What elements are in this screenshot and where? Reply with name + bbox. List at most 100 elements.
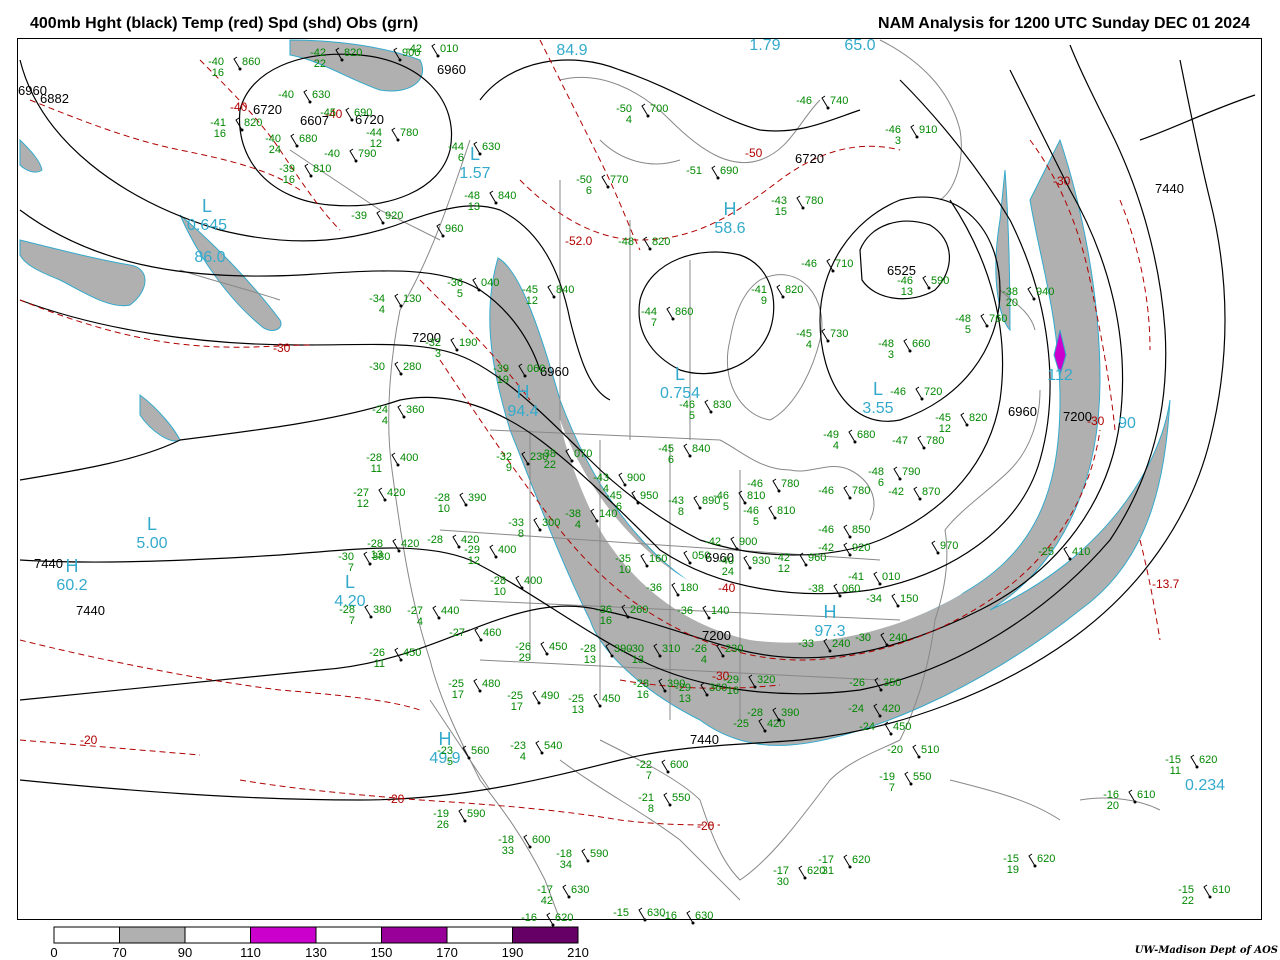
obs-dewpoint-depression: 8 — [648, 803, 654, 815]
height-label: 7200 — [702, 628, 731, 643]
obs-dewpoint-depression: 16 — [727, 685, 739, 697]
wind-barb — [776, 284, 784, 298]
obs-temperature: -33 — [798, 638, 814, 650]
obs-height: 590 — [590, 848, 608, 860]
wind-barb — [922, 275, 930, 289]
hgt-contour-l — [819, 196, 1001, 422]
station-plot: -46 850 — [818, 524, 870, 539]
wind-barb — [643, 236, 651, 250]
obs-height: 160 — [649, 553, 667, 565]
obs-height: 300 — [542, 517, 560, 529]
obs-dewpoint-depression: 6 — [668, 454, 674, 466]
station-plot: -40 790 — [324, 148, 376, 163]
obs-height: 060 — [842, 583, 860, 595]
obs-height: 240 — [832, 638, 850, 650]
obs-height: 720 — [924, 386, 942, 398]
station-plot: -2810390 — [434, 492, 486, 515]
station-plot: -4024930 — [718, 555, 770, 578]
obs-dewpoint-depression: 5 — [723, 501, 729, 513]
wind-barb — [917, 435, 925, 449]
obs-temperature: -45 — [320, 107, 336, 119]
obs-dewpoint-depression: 26 — [437, 819, 449, 831]
obs-height: 820 — [652, 236, 670, 248]
station-plot: -46 740 — [796, 95, 848, 110]
obs-dewpoint-depression: 10 — [619, 564, 631, 576]
obs-height: 380 — [373, 604, 391, 616]
temperature-contours — [19, 39, 1161, 826]
station-plot: -307380 — [338, 551, 390, 574]
wind-speed-shading — [19, 39, 1171, 746]
obs-height: 850 — [852, 524, 870, 536]
obs-temperature: -28 — [747, 707, 763, 719]
wind-barb — [686, 910, 694, 924]
obs-height: 900 — [739, 536, 757, 548]
wind-barb — [843, 485, 851, 499]
obs-temperature: -46 — [818, 524, 834, 536]
temp-label: -30 — [273, 341, 291, 355]
obs-dewpoint-depression: 4 — [575, 519, 581, 531]
wind-barb — [562, 884, 570, 898]
obs-dewpoint-depression: 6 — [458, 152, 464, 164]
temp-label: -52.0 — [565, 234, 593, 248]
station-plot: -274440 — [407, 605, 459, 628]
wind-barb — [768, 505, 776, 519]
height-label: 6882 — [40, 91, 69, 106]
wind-barb — [873, 571, 881, 585]
wind-barb — [391, 127, 399, 141]
obs-height: 190 — [459, 337, 477, 349]
obs-dewpoint-depression: 19 — [497, 374, 509, 386]
obs-dewpoint-depression: 4 — [382, 415, 388, 427]
obs-dewpoint-depression: 9 — [761, 295, 767, 307]
wind-barb — [489, 190, 497, 204]
obs-height: 550 — [672, 792, 690, 804]
obs-dewpoint-depression: 13 — [901, 286, 913, 298]
obs-height: 420 — [387, 487, 405, 499]
obs-dewpoint-depression: 10 — [438, 503, 450, 515]
wind-barb — [345, 107, 353, 121]
wind-barb — [910, 124, 918, 138]
obs-dewpoint-depression: 13 — [679, 693, 691, 705]
wind-barb — [666, 306, 674, 320]
obs-height: 740 — [830, 95, 848, 107]
station-plot: -30 280 — [369, 361, 421, 376]
obs-height: 860 — [242, 56, 260, 68]
obs-dewpoint-depression: 22 — [314, 58, 326, 70]
low-center-symbol: L — [873, 379, 883, 399]
obs-height: 180 — [680, 582, 698, 594]
obs-dewpoint-depression: 20 — [1006, 297, 1018, 309]
obs-dewpoint-depression: 24 — [269, 144, 281, 156]
obs-height: 510 — [921, 744, 939, 756]
station-plot: -48 820 — [618, 236, 670, 251]
center-value: 90 — [1118, 415, 1136, 432]
wind-barb — [450, 337, 458, 351]
obs-dewpoint-depression: 10 — [494, 586, 506, 598]
obs-height: 690 — [720, 165, 738, 177]
obs-dewpoint-depression: 5 — [965, 324, 971, 336]
obs-height: 550 — [913, 771, 931, 783]
hgt-contour-f — [19, 439, 181, 481]
obs-dewpoint-depression: 12 — [357, 498, 369, 510]
obs-temperature: -20 — [887, 744, 903, 756]
obs-height: 240 — [889, 632, 907, 644]
obs-dewpoint-depression: 7 — [889, 782, 895, 794]
obs-height: 940 — [1036, 286, 1054, 298]
station-plot: -1834590 — [556, 848, 608, 871]
wind-barb — [913, 486, 921, 500]
weather-map-page: 400mb Hght (black) Temp (red) Spd (shd) … — [0, 0, 1280, 960]
wind-barb — [394, 293, 402, 307]
obs-height: 900 — [627, 472, 645, 484]
wind-barb — [304, 163, 312, 177]
wind-barb — [392, 538, 400, 552]
station-plot: -40 630 — [278, 89, 330, 104]
low-center-symbol: L — [345, 572, 355, 592]
high-center-symbol: H — [824, 602, 837, 622]
center-value: 86.0 — [194, 249, 225, 266]
station-plot: 970 — [931, 540, 958, 555]
station-plot: -4024680 — [265, 133, 317, 156]
station-plot: -465830 — [679, 399, 731, 422]
wind-barb — [601, 174, 609, 188]
temp-label: -13.7 — [1152, 577, 1180, 591]
obs-dewpoint-depression: 12 — [939, 423, 951, 435]
obs-dewpoint-depression: 34 — [560, 859, 572, 871]
obs-height: 620 — [1037, 853, 1055, 865]
